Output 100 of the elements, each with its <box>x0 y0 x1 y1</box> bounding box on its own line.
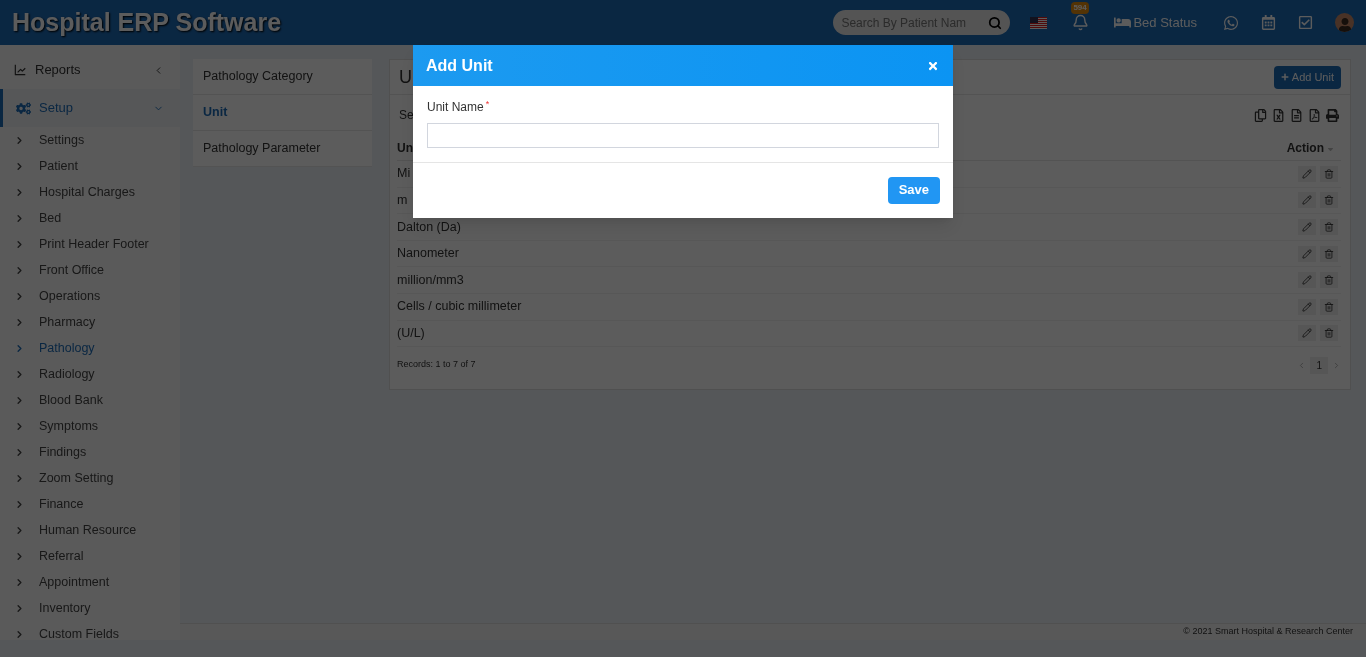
plus-icon <box>1280 73 1289 81</box>
table-cell-text: Nanometer <box>397 245 459 263</box>
chevron-right-icon <box>14 472 25 484</box>
edit-icon[interactable] <box>1298 192 1316 209</box>
modal-title: Add Unit <box>426 55 493 76</box>
sidebar-item[interactable]: Custom Fields <box>0 621 180 647</box>
column-header[interactable]: Action <box>1286 138 1324 157</box>
page-number[interactable]: 1 <box>1310 356 1328 374</box>
delete-icon[interactable] <box>1320 192 1338 209</box>
next-page-icon[interactable] <box>1332 360 1341 370</box>
table-cell-text: m <box>397 192 408 209</box>
sidebar-item[interactable]: Front Office <box>0 257 180 283</box>
table-cell-text: (U/L) <box>397 325 425 342</box>
app-title: Hospital ERP Software <box>12 6 283 38</box>
sidebar-item[interactable]: Operations <box>0 283 180 309</box>
bell-icon[interactable] <box>1072 14 1090 31</box>
chevron-right-icon <box>14 368 25 380</box>
sidebar-item[interactable]: Patient <box>0 153 180 179</box>
edit-icon[interactable] <box>1298 272 1316 289</box>
search-label: Se <box>399 107 414 124</box>
sidebar-item[interactable]: Referral <box>0 543 180 569</box>
delete-icon[interactable] <box>1320 165 1338 182</box>
chevron-right-icon <box>14 550 25 562</box>
table-cell-text: Dalton (Da) <box>397 218 461 236</box>
chevron-right-icon <box>14 238 25 250</box>
column-header: Un <box>397 139 413 157</box>
sidebar-group[interactable]: Reports <box>0 51 180 89</box>
chart-icon <box>13 63 27 77</box>
records-info: Records: 1 to 7 of 7 <box>397 358 476 372</box>
table-cell-text: Mi <box>397 165 411 183</box>
sidebar-item[interactable]: Inventory <box>0 595 180 621</box>
chevron-right-icon <box>14 212 25 224</box>
submenu-item[interactable]: Pathology Parameter <box>193 131 372 167</box>
edit-icon[interactable] <box>1298 165 1316 182</box>
sidebar-item[interactable]: Bed <box>0 205 180 231</box>
sidebar-group[interactable]: Setup <box>0 89 180 127</box>
chevron-right-icon <box>14 316 25 328</box>
delete-icon[interactable] <box>1320 219 1338 235</box>
chevron-right-icon <box>14 264 25 276</box>
whatsapp-icon[interactable] <box>1223 14 1239 31</box>
required-mark: * <box>485 98 490 111</box>
sidebar-item[interactable]: Pharmacy <box>0 309 180 335</box>
close-icon[interactable] <box>927 59 939 72</box>
sidebar-item[interactable]: Symptoms <box>0 413 180 439</box>
edit-icon[interactable] <box>1298 325 1316 342</box>
sidebar-item[interactable]: Findings <box>0 439 180 465</box>
table-cell-text: Cells / cubic millimeter <box>397 298 522 316</box>
sidebar-item[interactable]: Human Resource <box>0 517 180 543</box>
chevron-right-icon <box>14 628 25 640</box>
field-label: Unit Name <box>427 99 484 116</box>
sidebar-item[interactable]: Zoom Setting <box>0 465 180 491</box>
chevron-right-icon <box>14 394 25 406</box>
sidebar-item[interactable]: Appointment <box>0 569 180 595</box>
copyright-text: © 2021 Smart Hospital & Research Center <box>1183 625 1353 639</box>
bed-status-link[interactable]: Bed Status <box>1133 12 1197 33</box>
print-icon[interactable] <box>1326 108 1339 122</box>
edit-icon[interactable] <box>1298 219 1316 235</box>
gears-icon <box>16 100 31 116</box>
chevron-right-icon <box>14 446 25 458</box>
calendar-icon[interactable] <box>1261 15 1276 30</box>
sidebar-item[interactable]: Settings <box>0 127 180 153</box>
sidebar-item[interactable]: Print Header Footer <box>0 231 180 257</box>
submenu-item[interactable]: Unit <box>193 95 372 131</box>
edit-icon[interactable] <box>1298 245 1316 262</box>
csv-icon[interactable] <box>1290 108 1303 122</box>
card-title: U <box>399 65 412 89</box>
chevron-right-icon <box>14 576 25 588</box>
chevron-right-icon <box>14 602 25 614</box>
submenu-item[interactable]: Pathology Category <box>193 59 372 95</box>
sidebar-item[interactable]: Finance <box>0 491 180 517</box>
chevron-right-icon <box>14 524 25 536</box>
search-icon[interactable] <box>988 15 1003 30</box>
copy-icon[interactable] <box>1254 108 1267 122</box>
sidebar-item[interactable]: Blood Bank <box>0 387 180 413</box>
sidebar-item[interactable]: Radiology <box>0 361 180 387</box>
delete-icon[interactable] <box>1320 245 1338 262</box>
chevron-right-icon <box>14 186 25 198</box>
chevron-right-icon <box>14 134 25 146</box>
save-button[interactable]: Save <box>887 176 940 204</box>
unit-name-field[interactable] <box>427 122 939 148</box>
task-icon[interactable] <box>1298 15 1313 30</box>
notification-badge: 594 <box>1071 2 1089 14</box>
excel-icon[interactable] <box>1272 108 1285 122</box>
add-unit-button[interactable]: Add Unit <box>1273 65 1341 89</box>
sidebar-item[interactable]: Pathology <box>0 335 180 361</box>
chevron-right-icon <box>14 498 25 510</box>
pdf-icon[interactable] <box>1308 108 1321 122</box>
edit-icon[interactable] <box>1298 298 1316 315</box>
sidebar-item[interactable]: Hospital Charges <box>0 179 180 205</box>
delete-icon[interactable] <box>1320 272 1338 289</box>
chevron-right-icon <box>14 420 25 432</box>
chevron-right-icon <box>14 290 25 302</box>
table-cell-text: million/mm3 <box>397 271 464 289</box>
flag-icon[interactable] <box>1030 16 1048 29</box>
delete-icon[interactable] <box>1320 325 1338 342</box>
delete-icon[interactable] <box>1320 298 1338 315</box>
chevron-right-icon <box>14 342 25 354</box>
avatar[interactable] <box>1335 13 1354 32</box>
bed-icon[interactable] <box>1114 14 1132 31</box>
chevron-right-icon <box>14 160 25 172</box>
